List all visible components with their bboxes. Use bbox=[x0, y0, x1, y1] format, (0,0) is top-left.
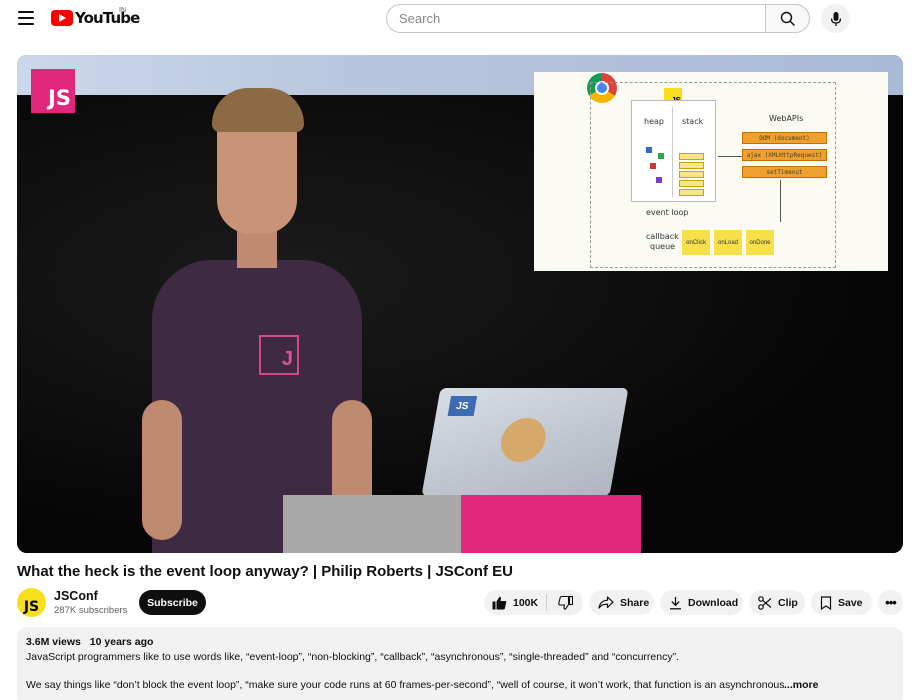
view-count: 3.6M views bbox=[26, 636, 81, 648]
description-box[interactable]: 3.6M views 10 years ago JavaScript progr… bbox=[17, 627, 903, 700]
youtube-play-icon bbox=[51, 10, 73, 26]
subscribe-button[interactable]: Subscribe bbox=[139, 590, 206, 615]
show-more-link[interactable]: ...more bbox=[784, 679, 818, 691]
laptop-sticker: JS bbox=[447, 396, 478, 416]
presentation-slide: JS heap stack WebAPIs DOM (document) aja… bbox=[534, 72, 888, 271]
channel-avatar[interactable]: JS bbox=[17, 588, 46, 617]
thumbs-down-icon bbox=[557, 595, 573, 610]
callback-queue-item: onLoad bbox=[714, 230, 742, 255]
like-count: 100K bbox=[513, 596, 539, 609]
jsconf-logo: JS bbox=[31, 69, 75, 113]
search-input[interactable] bbox=[399, 11, 766, 26]
podium bbox=[283, 495, 461, 553]
top-bar: YouTube IN bbox=[0, 0, 919, 37]
shirt-logo: J bbox=[259, 335, 299, 375]
webapi-item: DOM (document) bbox=[742, 132, 827, 144]
like-button[interactable]: 100K bbox=[484, 590, 546, 615]
heap-label: heap bbox=[644, 117, 664, 126]
video-title: What the heck is the event loop anyway? … bbox=[17, 563, 513, 580]
description-text: JavaScript programmers like to use words… bbox=[26, 651, 680, 663]
clip-button[interactable]: Clip bbox=[749, 590, 805, 615]
video-player[interactable]: JS JS heap stack WebAPIs DOM (document) … bbox=[17, 55, 903, 553]
description-text: We say things like “don’t block the even… bbox=[26, 679, 786, 691]
save-label: Save bbox=[838, 596, 863, 609]
search-button[interactable] bbox=[765, 4, 810, 33]
hamburger-menu-icon[interactable] bbox=[13, 6, 39, 30]
download-button[interactable]: Download bbox=[660, 590, 743, 615]
podium-banner bbox=[461, 495, 641, 553]
search-box bbox=[386, 4, 766, 33]
thumbs-up-icon bbox=[492, 596, 507, 609]
more-dots-icon: ••• bbox=[885, 595, 897, 610]
channel-name[interactable]: JSConf bbox=[54, 589, 98, 603]
like-dislike-group: 100K bbox=[484, 590, 583, 615]
subscriber-count: 287K subscribers bbox=[54, 605, 128, 616]
dislike-button[interactable] bbox=[547, 590, 583, 615]
more-actions-button[interactable]: ••• bbox=[878, 590, 903, 615]
webapi-item: ajax (XMLHttpRequest) bbox=[742, 149, 827, 161]
stack-label: stack bbox=[682, 117, 704, 126]
search-icon bbox=[780, 11, 795, 26]
save-button[interactable]: Save bbox=[811, 590, 872, 615]
laptop-sticker bbox=[497, 418, 550, 462]
share-label: Share bbox=[620, 596, 650, 609]
clip-label: Clip bbox=[778, 596, 798, 609]
upload-age: 10 years ago bbox=[89, 636, 154, 648]
callback-queue-item: onClick bbox=[682, 230, 710, 255]
download-icon bbox=[670, 596, 681, 609]
bookmark-plus-icon bbox=[820, 595, 832, 610]
download-label: Download bbox=[688, 596, 739, 609]
queue-label: queue bbox=[650, 242, 676, 251]
video-meta: 3.6M views 10 years ago bbox=[26, 636, 153, 648]
share-icon bbox=[598, 596, 614, 609]
event-loop-label: event loop bbox=[646, 208, 689, 217]
youtube-logo[interactable]: YouTube bbox=[51, 9, 140, 27]
share-button[interactable]: Share bbox=[589, 590, 654, 615]
region-code: IN bbox=[119, 7, 126, 14]
callback-queue-item: onDone bbox=[746, 230, 774, 255]
voice-search-button[interactable] bbox=[821, 4, 850, 33]
webapis-label: WebAPIs bbox=[769, 114, 804, 123]
scissors-icon bbox=[758, 595, 772, 610]
microphone-icon bbox=[830, 11, 841, 26]
webapi-item: setTimeout bbox=[742, 166, 827, 178]
callback-label: callback bbox=[646, 232, 679, 241]
laptop: JS bbox=[421, 388, 629, 496]
heap-stack-box: heap stack bbox=[631, 100, 716, 202]
logo-text: YouTube bbox=[75, 9, 140, 27]
